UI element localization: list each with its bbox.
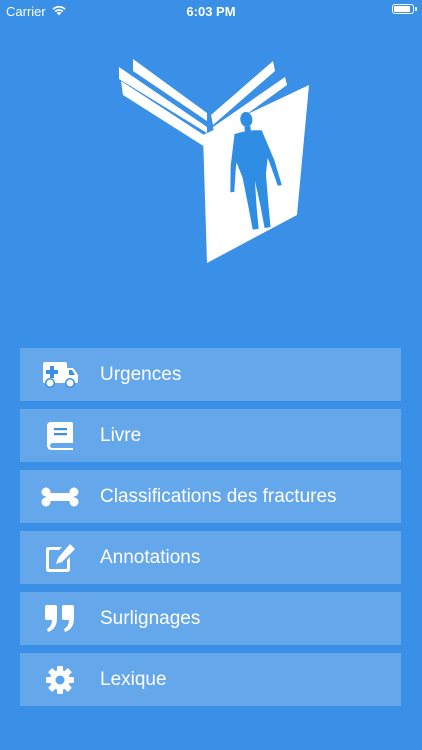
menu-label-surlignages: Surlignages (100, 607, 201, 629)
status-right (392, 4, 417, 14)
menu-label-urgences: Urgences (100, 363, 182, 385)
menu-item-lexique[interactable]: Lexique (20, 653, 401, 706)
menu-label-lexique: Lexique (100, 668, 167, 690)
bone-icon (40, 482, 80, 512)
battery-level (394, 6, 411, 12)
status-time: 6:03 PM (186, 4, 236, 19)
quote-icon (40, 604, 80, 634)
main-menu: Urgences Livre Classifications des fract… (20, 348, 401, 706)
menu-label-annotations: Annotations (100, 546, 201, 568)
menu-item-urgences[interactable]: Urgences (20, 348, 401, 401)
menu-label-livre: Livre (100, 424, 142, 446)
menu-item-classifications[interactable]: Classifications des fractures (20, 470, 401, 523)
edit-icon (40, 543, 80, 573)
menu-item-annotations[interactable]: Annotations (20, 531, 401, 584)
book-with-human-body-icon (119, 59, 309, 263)
app-logo (115, 55, 315, 270)
menu-label-classifications: Classifications des fractures (100, 485, 337, 507)
battery-icon (392, 4, 417, 14)
book-icon (40, 421, 80, 451)
status-bar: Carrier 6:03 PM (0, 0, 422, 22)
gear-icon (40, 665, 80, 695)
ambulance-icon (40, 360, 80, 390)
menu-item-livre[interactable]: Livre (20, 409, 401, 462)
menu-item-surlignages[interactable]: Surlignages (20, 592, 401, 645)
